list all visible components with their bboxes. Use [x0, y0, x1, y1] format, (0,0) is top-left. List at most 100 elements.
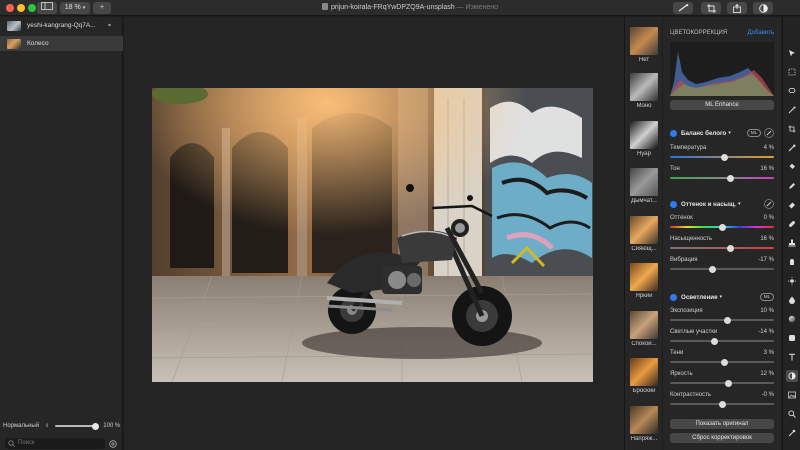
vibrance-slider[interactable]	[670, 265, 774, 273]
slider-knob[interactable]	[709, 265, 717, 273]
pencil-tool[interactable]	[786, 180, 798, 192]
gradient-tool[interactable]	[786, 313, 798, 325]
link-icon[interactable]: ⚭	[107, 22, 112, 29]
move-tool[interactable]	[786, 47, 798, 59]
paint-brush-tool[interactable]	[786, 142, 798, 154]
add-adjustment-button[interactable]: Добавить	[747, 30, 774, 36]
preset-noir[interactable]: Нуар	[630, 121, 658, 157]
clone-stamp-tool[interactable]	[786, 237, 798, 249]
eyedropper-icon	[788, 429, 796, 437]
param-contrast[interactable]: Контрастность -0 %	[670, 392, 774, 410]
preset-radiant[interactable]: Сияющ...	[630, 216, 658, 252]
white-balance-header[interactable]: Баланс белого ▾	[670, 128, 731, 138]
ml-badge[interactable]: ML	[760, 293, 774, 301]
zoom-window-button[interactable]	[28, 4, 36, 12]
saturation-slider[interactable]	[670, 244, 774, 252]
slider-knob[interactable]	[723, 316, 731, 324]
blur-tool[interactable]	[786, 294, 798, 306]
shadows-slider[interactable]	[670, 358, 774, 366]
sidebar-toggle-button[interactable]	[37, 2, 57, 14]
text-tool[interactable]	[786, 351, 798, 363]
stepper-icon[interactable]: ⇕	[45, 423, 49, 429]
brightness-slider[interactable]	[670, 379, 774, 387]
layer-item[interactable]: yeshi-kangrang-Qq7A... ⚭	[0, 18, 123, 33]
ml-badge[interactable]: ML	[747, 129, 761, 137]
shape-tool[interactable]	[786, 332, 798, 344]
param-tint[interactable]: Тон 16 %	[670, 166, 774, 184]
slider-knob[interactable]	[711, 337, 719, 345]
magic-wand-tool[interactable]	[786, 104, 798, 116]
preset-vivid[interactable]: Яркий	[630, 263, 658, 299]
opacity-slider-knob[interactable]	[91, 422, 99, 430]
param-shadows[interactable]: Тени 3 %	[670, 350, 774, 368]
color-picker-tool[interactable]	[786, 427, 798, 439]
add-button[interactable]: +	[93, 2, 111, 14]
image-tool[interactable]	[786, 389, 798, 401]
smudge-tool[interactable]	[786, 256, 798, 268]
opacity-slider[interactable]	[55, 422, 99, 430]
exposure-slider[interactable]	[670, 316, 774, 324]
magnifier-icon	[788, 410, 796, 418]
slider-knob[interactable]	[720, 153, 728, 161]
preset-none[interactable]: Нет	[630, 27, 658, 63]
layer-search-input[interactable]: Поиск	[5, 438, 105, 449]
tint-slider[interactable]	[670, 174, 774, 182]
crop-button[interactable]	[701, 2, 721, 14]
enable-toggle[interactable]	[670, 293, 677, 301]
lighten-header[interactable]: Осветление ▾	[670, 292, 722, 302]
param-highlights[interactable]: Светлые участки -14 %	[670, 329, 774, 347]
slider-knob[interactable]	[724, 379, 732, 387]
param-brightness[interactable]: Яркость 12 %	[670, 371, 774, 389]
motorcycle-photo[interactable]	[152, 88, 593, 382]
export-button[interactable]	[727, 2, 747, 14]
lasso-tool[interactable]	[786, 85, 798, 97]
close-window-button[interactable]	[6, 4, 14, 12]
slider-knob[interactable]	[720, 358, 728, 366]
paint-bucket-tool[interactable]	[786, 161, 798, 173]
slider-knob[interactable]	[718, 223, 726, 231]
brush-tool-button[interactable]	[673, 2, 693, 14]
eraser-tool[interactable]	[786, 199, 798, 211]
slider-knob[interactable]	[726, 244, 734, 252]
preset-dramatic[interactable]: Броский	[630, 358, 658, 394]
param-vibrance[interactable]: Вибрация -17 %	[670, 257, 774, 275]
retouch-tool[interactable]	[786, 218, 798, 230]
hue-saturation-header[interactable]: Оттенок и насыщ. ▾	[670, 199, 741, 209]
select-tool[interactable]	[786, 66, 798, 78]
adjust-button[interactable]	[753, 2, 773, 14]
ml-enhance-button[interactable]: ML Enhance	[670, 100, 774, 110]
preset-mono[interactable]: Моно	[630, 73, 658, 109]
contrast-slider[interactable]	[670, 400, 774, 408]
reset-adjustments-button[interactable]: Сброс корректировок	[670, 433, 774, 443]
eyedropper-icon[interactable]	[764, 128, 774, 138]
show-original-button[interactable]: Показать оригинал	[670, 419, 774, 429]
eyedropper-icon[interactable]	[764, 199, 774, 209]
param-saturation[interactable]: Насыщенность 16 %	[670, 236, 774, 254]
minimize-window-button[interactable]	[17, 4, 25, 12]
slider-knob[interactable]	[718, 400, 726, 408]
opacity-value: 100 %	[103, 423, 121, 429]
preset-intense[interactable]: Напряж...	[630, 406, 658, 442]
temperature-slider[interactable]	[670, 153, 774, 161]
hue-slider[interactable]	[670, 223, 774, 231]
zoom-dropdown[interactable]: 18 % ▾	[60, 2, 90, 14]
add-layer-icon[interactable]	[109, 440, 117, 448]
enable-toggle[interactable]	[670, 129, 677, 137]
param-value: 10 %	[760, 308, 774, 314]
section-title: Оттенок и насыщ.	[681, 200, 737, 208]
param-hue[interactable]: Оттенок 0 %	[670, 215, 774, 233]
enable-toggle[interactable]	[670, 200, 677, 208]
canvas-area[interactable]	[124, 17, 624, 450]
color-adjust-tool[interactable]	[786, 370, 798, 382]
preset-smoky[interactable]: Дымчат...	[630, 168, 658, 204]
blend-mode-select[interactable]: Нормальный	[3, 423, 39, 429]
preset-calm[interactable]: Спокой...	[630, 311, 658, 347]
param-temperature[interactable]: Температура 4 %	[670, 145, 774, 163]
dodge-tool[interactable]	[786, 275, 798, 287]
zoom-tool[interactable]	[786, 408, 798, 420]
crop-tool[interactable]	[786, 123, 798, 135]
param-exposure[interactable]: Экспозиция 10 %	[670, 308, 774, 326]
layer-item-selected[interactable]: Колесо	[0, 36, 123, 51]
highlights-slider[interactable]	[670, 337, 774, 345]
slider-knob[interactable]	[726, 174, 734, 182]
